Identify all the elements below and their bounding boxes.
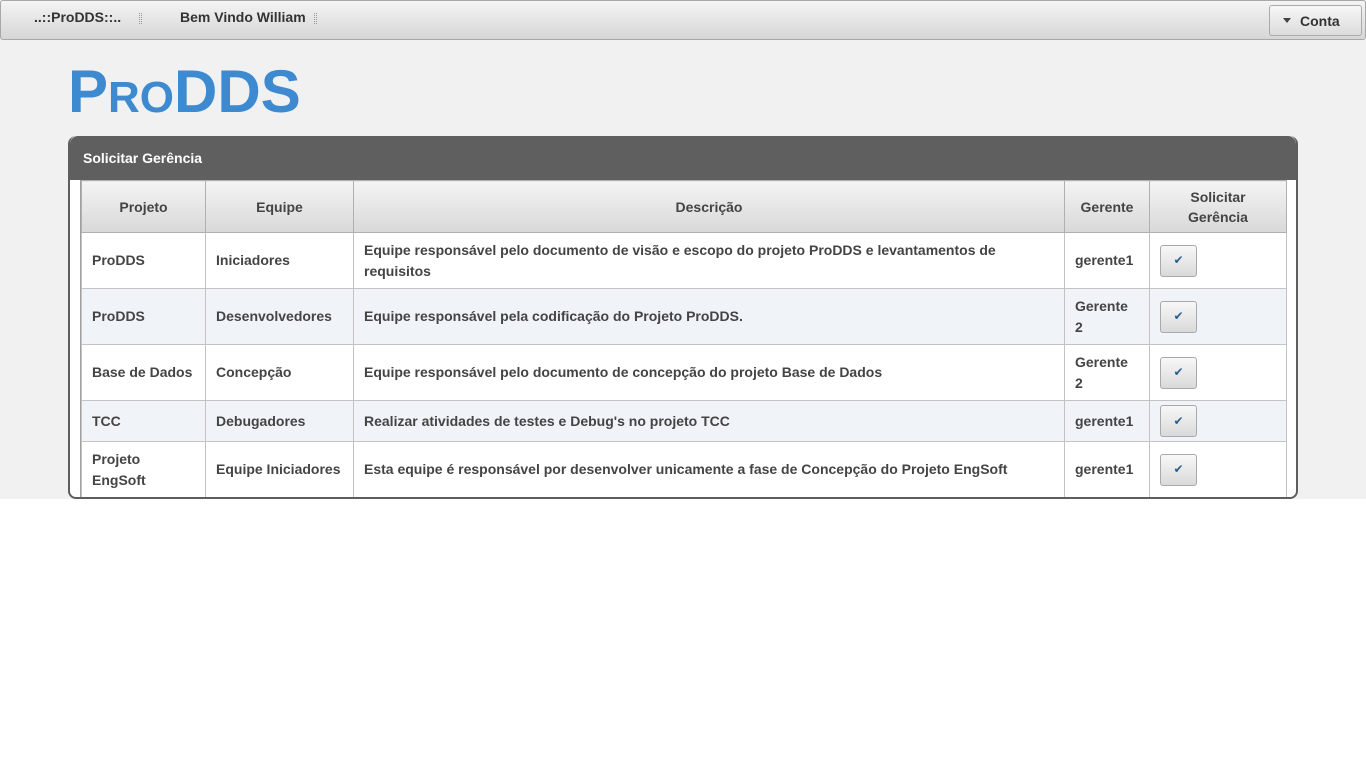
column-header-solicitar-gerencia: Solicitar Gerência xyxy=(1149,180,1287,233)
teams-table-wrapper: Projeto Equipe Descrição Gerente Solicit… xyxy=(80,180,1287,497)
solicitar-gerencia-button[interactable]: ✔ xyxy=(1160,356,1197,389)
brand-menu-item[interactable]: ..::ProDDS::.. xyxy=(34,9,121,25)
cell-gerente: gerente1 xyxy=(1064,441,1150,497)
caret-down-icon xyxy=(1283,18,1291,23)
cell-action: ✔ xyxy=(1149,344,1287,401)
teams-table: Projeto Equipe Descrição Gerente Solicit… xyxy=(81,180,1287,497)
solicitar-gerencia-button[interactable]: ✔ xyxy=(1160,244,1197,277)
cell-equipe: Iniciadores xyxy=(205,232,354,289)
top-menubar: ..::ProDDS::.. Bem Vindo William Conta xyxy=(0,0,1366,40)
cell-action: ✔ xyxy=(1149,232,1287,289)
app-logo: PRODDS xyxy=(68,62,301,122)
panel-header: Solicitar Gerência xyxy=(70,136,1296,180)
check-icon: ✔ xyxy=(1173,413,1184,428)
cell-projeto: Base de Dados xyxy=(81,344,206,401)
cell-projeto: TCC xyxy=(81,400,206,442)
cell-action: ✔ xyxy=(1149,400,1287,442)
check-icon: ✔ xyxy=(1173,462,1184,476)
table-row: ProDDS Desenvolvedores Equipe responsáve… xyxy=(81,288,1287,345)
table-header-row: Projeto Equipe Descrição Gerente Solicit… xyxy=(81,180,1287,233)
cell-descricao: Realizar atividades de testes e Debug's … xyxy=(353,400,1065,442)
column-header-projeto[interactable]: Projeto xyxy=(81,180,206,233)
cell-projeto: ProDDS xyxy=(81,232,206,289)
table-row: Base de Dados Concepção Equipe responsáv… xyxy=(81,344,1287,401)
account-menu-label: Conta xyxy=(1300,12,1340,29)
cell-gerente: Gerente 2 xyxy=(1064,288,1150,345)
table-row: ProDDS Iniciadores Equipe responsável pe… xyxy=(81,232,1287,289)
cell-gerente: gerente1 xyxy=(1064,232,1150,289)
solicitar-gerencia-button[interactable]: ✔ xyxy=(1160,405,1197,437)
cell-action: ✔ xyxy=(1149,441,1287,497)
cell-descricao: Equipe responsável pela codificação do P… xyxy=(353,288,1065,345)
solicitar-gerencia-button[interactable]: ✔ xyxy=(1160,453,1197,486)
menu-separator xyxy=(314,13,317,24)
logo-letters-ro: RO xyxy=(108,73,175,122)
check-icon: ✔ xyxy=(1173,309,1184,323)
cell-equipe: Desenvolvedores xyxy=(205,288,354,345)
cell-projeto: ProDDS xyxy=(81,288,206,345)
cell-equipe: Equipe Iniciadores xyxy=(205,441,354,497)
check-icon: ✔ xyxy=(1173,365,1184,379)
cell-descricao: Equipe responsável pelo documento de vis… xyxy=(353,232,1065,289)
solicitar-gerencia-button[interactable]: ✔ xyxy=(1160,300,1197,333)
cell-gerente: Gerente 2 xyxy=(1064,344,1150,401)
account-menu-button[interactable]: Conta xyxy=(1269,5,1362,36)
cell-descricao: Esta equipe é responsável por desenvolve… xyxy=(353,441,1065,497)
panel-title: Solicitar Gerência xyxy=(83,150,203,166)
column-header-descricao[interactable]: Descrição xyxy=(353,180,1065,233)
table-row: TCC Debugadores Realizar atividades de t… xyxy=(81,400,1287,442)
cell-action: ✔ xyxy=(1149,288,1287,345)
logo-letters-dds: DDS xyxy=(174,58,301,125)
table-row: Projeto EngSoft Equipe Iniciadores Esta … xyxy=(81,441,1287,497)
column-header-equipe[interactable]: Equipe xyxy=(205,180,354,233)
menu-separator xyxy=(139,13,142,24)
cell-gerente: gerente1 xyxy=(1064,400,1150,442)
logo-letter-p: P xyxy=(68,58,109,125)
column-header-gerente[interactable]: Gerente xyxy=(1064,180,1150,233)
cell-descricao: Equipe responsável pelo documento de con… xyxy=(353,344,1065,401)
welcome-menu-item[interactable]: Bem Vindo William xyxy=(180,9,306,25)
solicitar-gerencia-panel: Solicitar Gerência Projeto Equipe Descri… xyxy=(68,136,1298,499)
cell-projeto: Projeto EngSoft xyxy=(81,441,206,497)
check-icon: ✔ xyxy=(1173,253,1184,267)
cell-equipe: Concepção xyxy=(205,344,354,401)
cell-equipe: Debugadores xyxy=(205,400,354,442)
